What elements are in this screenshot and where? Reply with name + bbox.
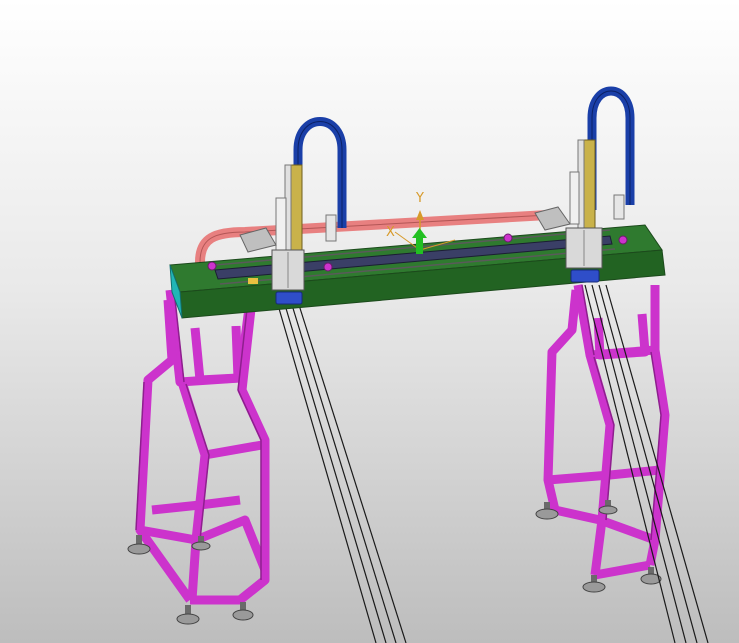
move-arrow-icon: [412, 228, 427, 238]
foot-left-front: [176, 605, 200, 625]
limit-sensor-left: [248, 278, 258, 284]
ball-screw-left: [289, 164, 303, 256]
cad-viewport[interactable]: Y X: [0, 0, 739, 643]
axis-y-arrowhead: [416, 210, 424, 220]
move-arrow-shaft: [416, 236, 423, 254]
cable-loop-right: [587, 86, 635, 210]
ball-screw-right: [582, 139, 596, 231]
carriage-block-right: [570, 269, 600, 283]
foot-left-right: [232, 602, 254, 621]
carriage-block-left: [275, 291, 303, 305]
axis-x-label: X: [386, 225, 395, 240]
gantry-model: Y X: [127, 86, 709, 643]
left-support-frame: [135, 289, 270, 605]
axis-y-label: Y: [415, 191, 424, 206]
